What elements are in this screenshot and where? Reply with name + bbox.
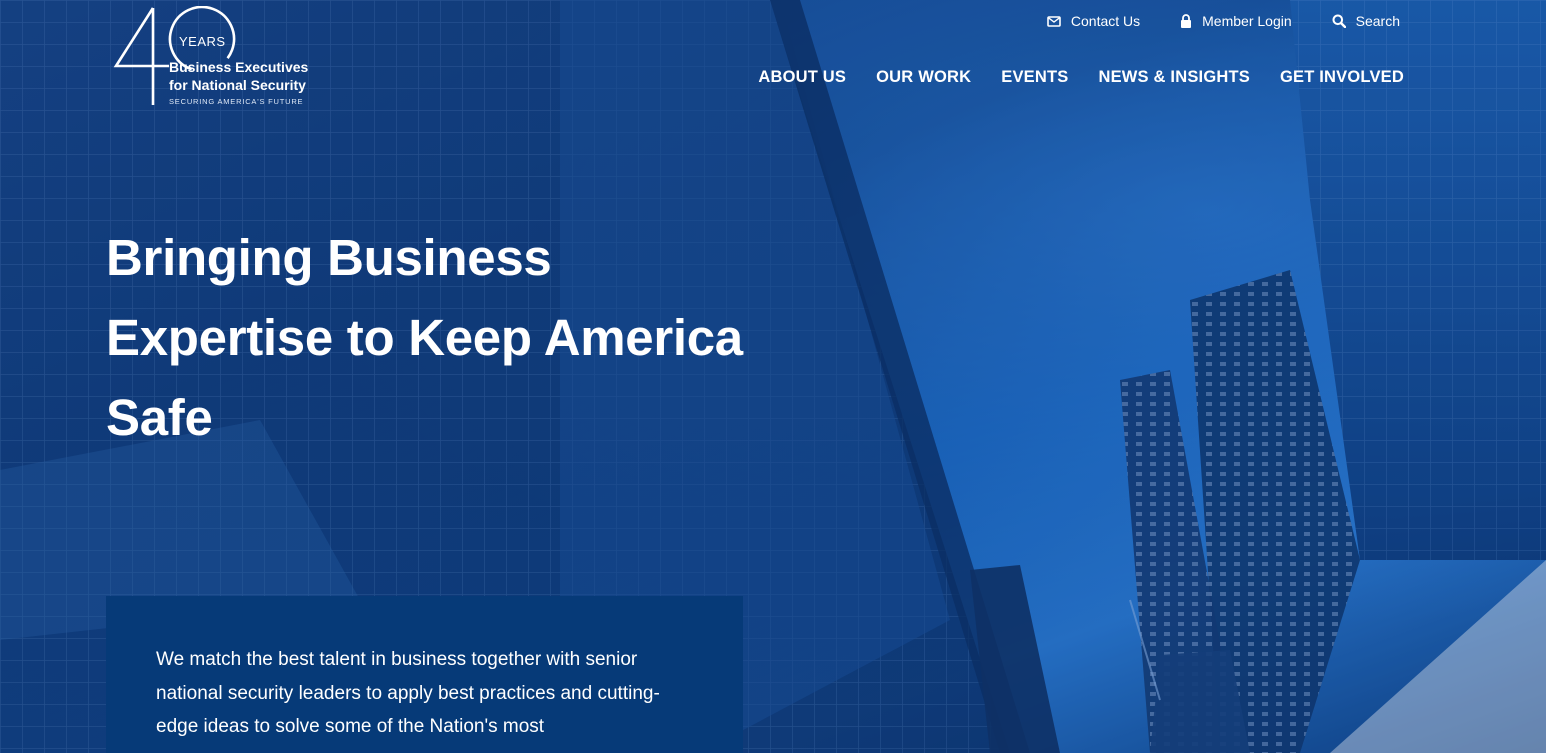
- envelope-icon: [1047, 15, 1061, 27]
- hero-headline: Bringing Business Expertise to Keep Amer…: [106, 218, 826, 458]
- logo-tagline: SECURING AMERICA'S FUTURE: [169, 97, 304, 106]
- hero-headline-line3: Safe: [106, 389, 213, 446]
- member-login-label: Member Login: [1202, 13, 1292, 29]
- intro-text: We match the best talent in business tog…: [156, 649, 660, 737]
- member-login-link[interactable]: Member Login: [1180, 13, 1292, 29]
- contact-us-label: Contact Us: [1070, 13, 1141, 29]
- hero-headline-line2: Expertise to Keep America: [106, 309, 743, 366]
- nav-item-get-involved[interactable]: GET INVOLVED: [1280, 68, 1404, 87]
- main-nav: ABOUT US OUR WORK EVENTS NEWS & INSIGHTS…: [758, 68, 1404, 87]
- nav-item-events[interactable]: EVENTS: [1001, 68, 1068, 87]
- lock-icon: [1181, 14, 1192, 28]
- intro-card: We match the best talent in business tog…: [106, 596, 743, 753]
- search-icon: [1332, 14, 1346, 28]
- site-logo[interactable]: YEARS Business Executives for National S…: [113, 6, 343, 110]
- logo-years-label: YEARS: [179, 34, 226, 49]
- forty-years-logo-mark: [113, 6, 236, 105]
- hero-headline-line1: Bringing Business: [106, 229, 552, 286]
- nav-item-our-work[interactable]: OUR WORK: [876, 68, 971, 87]
- nav-item-about-us[interactable]: ABOUT US: [758, 68, 846, 87]
- logo-org-name-line1: Business Executives: [169, 59, 309, 75]
- contact-us-link[interactable]: Contact Us: [1047, 13, 1140, 29]
- search-label: Search: [1355, 13, 1400, 29]
- logo-org-name-line2: for National Security: [169, 77, 306, 93]
- utility-nav: Contact Us Member Login Search: [1047, 13, 1400, 29]
- nav-item-news-insights[interactable]: NEWS & INSIGHTS: [1098, 68, 1250, 87]
- search-link[interactable]: Search: [1332, 13, 1400, 29]
- hero-section: YEARS Business Executives for National S…: [0, 0, 1546, 753]
